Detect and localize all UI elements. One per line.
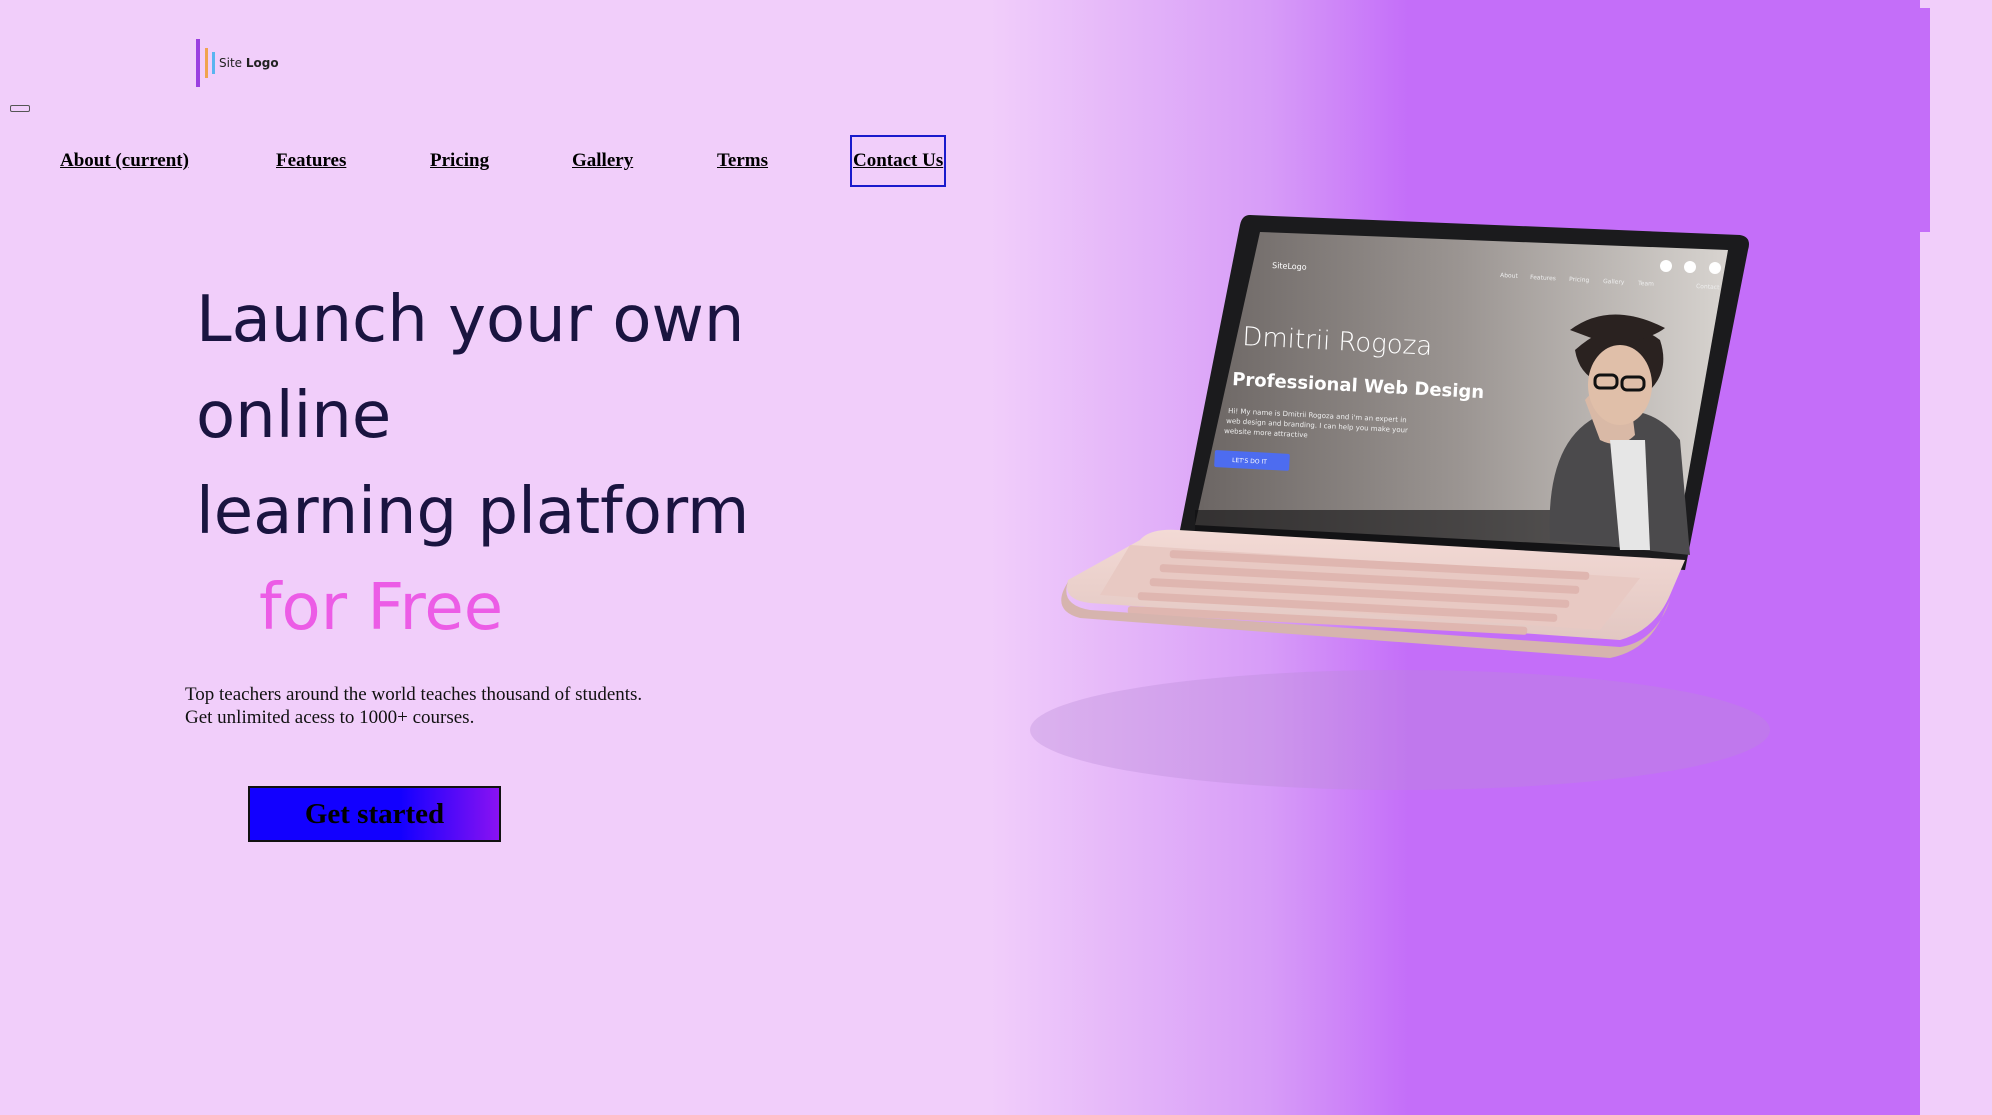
hero-title-line: Launch your own (196, 283, 745, 357)
laptop-social-icon (1709, 262, 1721, 274)
nav-link-pricing[interactable]: Pricing (430, 135, 489, 187)
hero-title-line: online (196, 379, 392, 453)
laptop-social-icon (1684, 261, 1696, 273)
get-started-button[interactable]: Get started (248, 786, 501, 842)
laptop-screen-nav-item: Gallery (1603, 278, 1625, 286)
nav-link-about[interactable]: About (current) (60, 135, 189, 187)
hero-subtitle: Top teachers around the world teaches th… (185, 683, 642, 729)
logo-bar-icon (196, 39, 200, 87)
laptop-social-icon (1660, 260, 1672, 272)
nav-link-features[interactable]: Features (276, 135, 346, 187)
laptop-mockup-image: SiteLogo About Features Pricing Gallery … (1030, 215, 1770, 790)
hero-subtitle-line: Top teachers around the world teaches th… (185, 684, 643, 705)
laptop-screen-nav-item: Team (1637, 280, 1654, 288)
logo-text: Site Logo (219, 56, 279, 70)
hero-title: Launch your own online learning platform… (196, 272, 749, 656)
laptop-screen-nav-item: About (1500, 272, 1519, 280)
logo-bar-icon (212, 52, 215, 74)
nav-link-terms[interactable]: Terms (717, 135, 768, 187)
nav-link-contact[interactable]: Contact Us (850, 135, 947, 187)
navbar-toggler-button[interactable] (10, 105, 30, 112)
site-logo[interactable]: Site Logo (196, 38, 279, 88)
background-strip (1920, 8, 1930, 232)
laptop-screen-nav-item: Features (1530, 274, 1556, 282)
hero-subtitle-line: Get unlimited acess to 1000+ courses. (185, 707, 475, 728)
nav-link-gallery[interactable]: Gallery (572, 135, 633, 187)
laptop-screen-nav-item: Contact (1696, 283, 1720, 291)
hero-title-line: learning platform (196, 475, 750, 549)
laptop-screen-nav-item: Pricing (1569, 276, 1590, 284)
logo-bar-icon (205, 48, 208, 78)
hero-title-accent: for Free (259, 571, 504, 645)
laptop-screen-logo: SiteLogo (1272, 261, 1307, 272)
